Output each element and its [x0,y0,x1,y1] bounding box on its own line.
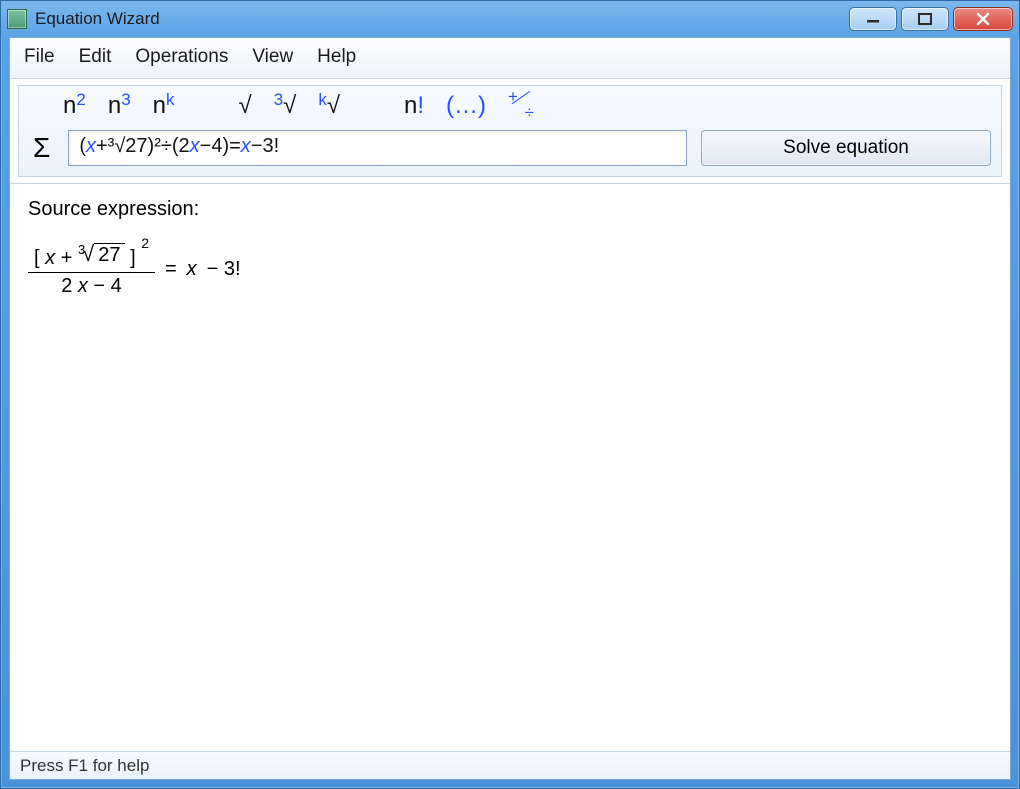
close-icon [975,12,991,26]
toolbar: n2 n3 nk √ 3√ k√ n! [18,85,1002,177]
maximize-icon [917,12,933,26]
menu-view[interactable]: View [252,46,293,68]
tool-cube[interactable]: n3 [108,92,131,120]
window-title: Equation Wizard [35,9,160,29]
minimize-button[interactable] [849,7,897,31]
cube-root: 3 √ 27 [78,241,125,267]
menu-file[interactable]: File [24,46,55,68]
menu-edit[interactable]: Edit [79,46,112,68]
tool-power-k[interactable]: nk [153,92,175,120]
solve-button[interactable]: Solve equation [701,130,991,166]
app-icon [7,9,27,29]
fraction: [ x + 3 √ 27 ] 2 2 x − 4 [28,239,155,300]
titlebar: Equation Wizard [1,1,1019,37]
rendered-equation: [ x + 3 √ 27 ] 2 2 x − 4 [28,239,992,300]
status-help-text: Press F1 for help [20,756,149,776]
expression-input[interactable]: (x+³√27)²÷(2x−4)=x−3! [68,130,687,166]
menu-help[interactable]: Help [317,46,356,68]
minimize-icon [865,14,881,24]
close-button[interactable] [953,7,1013,31]
tool-k-root[interactable]: k√ [318,92,340,120]
tool-sqrt[interactable]: √ [239,92,252,120]
input-row: Σ (x+³√27)²÷(2x−4)=x−3! Solve equation [19,124,1001,176]
tool-parentheses[interactable]: (…) [446,92,486,120]
tool-square[interactable]: n2 [63,92,86,120]
maximize-button[interactable] [901,7,949,31]
menubar: File Edit Operations View Help [10,38,1010,79]
menu-operations[interactable]: Operations [135,46,228,68]
app-window: Equation Wizard File Edit Operations Vie… [0,0,1020,789]
source-expression-label: Source expression: [28,198,992,221]
window-controls [849,7,1013,31]
tool-operators[interactable]: + ÷ [508,93,532,119]
tool-cube-root[interactable]: 3√ [274,92,297,120]
toolbar-buttons-row: n2 n3 nk √ 3√ k√ n! [19,86,1001,124]
client-area: File Edit Operations View Help n2 n3 nk … [9,37,1011,780]
statusbar: Press F1 for help [10,751,1010,779]
sigma-icon: Σ [29,132,54,164]
tool-factorial[interactable]: n! [404,92,424,120]
result-area: Source expression: [ x + 3 √ 27 ] 2 [10,183,1010,751]
